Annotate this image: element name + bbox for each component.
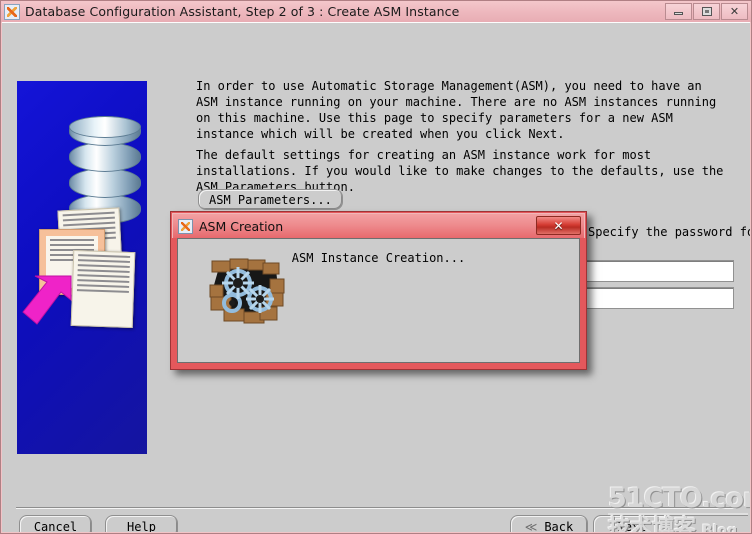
document-sheet-icon	[70, 249, 136, 329]
dbca-app-icon	[4, 3, 20, 20]
minimize-icon	[674, 12, 683, 15]
password-section-label: Specify the password for	[588, 225, 750, 239]
maximize-button[interactable]	[693, 3, 720, 20]
password-field[interactable]	[568, 260, 734, 282]
main-window: Database Configuration Assistant, Step 2…	[0, 0, 752, 534]
window-client-area: In order to use Automatic Storage Manage…	[2, 22, 750, 532]
dialog-close-button[interactable]: ✕	[536, 216, 581, 235]
close-icon: ✕	[553, 218, 564, 233]
back-button-label: Back	[544, 520, 574, 532]
help-button[interactable]: Help	[105, 515, 178, 532]
gears-brick-wall-icon	[208, 257, 286, 327]
oracle-database-graphic	[17, 81, 147, 454]
asm-creation-dialog: ASM Creation ✕ ASM Instance Creation...	[170, 211, 587, 370]
magenta-arrow-icon	[21, 274, 75, 328]
chevron-left-icon: ≪	[524, 520, 538, 532]
window-controls: ✕	[665, 3, 748, 20]
dialog-title: ASM Creation	[199, 218, 284, 234]
close-icon: ✕	[729, 5, 740, 18]
confirm-password-field[interactable]	[568, 287, 734, 309]
footer-divider	[16, 507, 736, 509]
watermark-blog: Blog	[702, 523, 738, 532]
close-button[interactable]: ✕	[721, 3, 748, 20]
cancel-button[interactable]: Cancel	[19, 515, 92, 532]
footer-right-buttons: ≪ Back Next	[510, 515, 671, 532]
footer-left-buttons: Cancel Help	[19, 515, 178, 532]
dialog-body: ASM Instance Creation...	[177, 238, 580, 363]
window-title-bar: Database Configuration Assistant, Step 2…	[1, 1, 751, 22]
dbca-app-icon	[178, 218, 193, 234]
back-button[interactable]: ≪ Back	[510, 515, 588, 532]
asm-parameters-button[interactable]: ASM Parameters...	[198, 189, 343, 210]
database-cylinder-icon	[69, 116, 141, 224]
next-button[interactable]: Next	[593, 515, 671, 532]
minimize-button[interactable]	[665, 3, 692, 20]
window-title: Database Configuration Assistant, Step 2…	[25, 4, 460, 19]
instruction-paragraph-1: In order to use Automatic Storage Manage…	[196, 79, 724, 141]
instruction-paragraph-2: The default settings for creating an ASM…	[196, 148, 731, 194]
dialog-title-bar: ASM Creation ✕	[172, 213, 585, 238]
next-button-label: Next	[617, 520, 647, 532]
maximize-icon	[701, 7, 712, 16]
